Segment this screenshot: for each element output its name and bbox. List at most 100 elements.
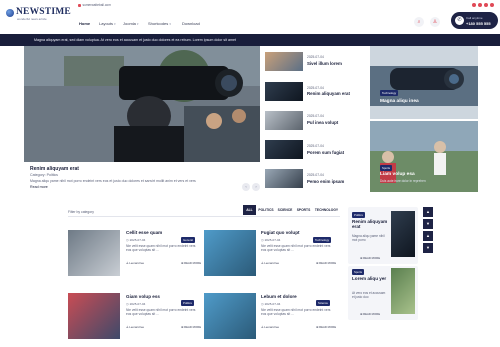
chevron-up-icon: ▲ — [426, 233, 430, 238]
site-logo[interactable]: NEWSTIME — [16, 7, 71, 17]
list-thumb[interactable] — [265, 111, 303, 130]
email-text: sumerwatteball.com — [82, 3, 111, 7]
card-title[interactable]: Fugiat quo volupt — [261, 230, 300, 235]
hero-read-more[interactable]: Read more — [30, 185, 48, 189]
linkedin-icon[interactable] — [484, 3, 488, 7]
card-author: ♙ Leonard lee — [126, 261, 145, 265]
card-badge[interactable]: Technology — [313, 237, 332, 243]
card-image[interactable] — [204, 230, 256, 276]
phone-icon: ✆ — [455, 16, 464, 25]
side-image[interactable] — [391, 211, 415, 257]
nav-download[interactable]: Download — [182, 21, 200, 26]
card-badge[interactable]: General — [181, 237, 195, 243]
card-title[interactable]: Giam volup ess — [126, 294, 160, 299]
list-title[interactable]: Pemo enim ipsam — [307, 179, 344, 184]
card-author: ♙ Leonard lee — [261, 325, 280, 329]
nav-joomla[interactable]: Joomla ▾ — [123, 21, 139, 26]
side-badge[interactable]: Sports — [352, 269, 365, 275]
feature-card[interactable] — [370, 46, 478, 119]
list-title[interactable]: Pul inea volupt — [307, 120, 338, 125]
card-date-text: 2025-07-04 — [264, 302, 281, 306]
feature-title[interactable]: Magna aliqu inea — [380, 99, 419, 104]
feature-text: Duis aute irure dolor in reprehen — [380, 179, 426, 183]
nav-home[interactable]: Home — [79, 21, 90, 26]
list-date: 2025-07-04 — [307, 55, 324, 59]
hero-next-button[interactable]: › — [252, 183, 260, 191]
hero-image[interactable] — [24, 46, 260, 162]
side-read-more[interactable]: ⊕ READ MORE — [360, 256, 380, 260]
card-excerpt: Nie velit esse quam nihil mot porro ende… — [126, 308, 196, 317]
call-anytime-button[interactable]: ✆ Call anytime +180 555 555 — [451, 12, 498, 29]
list-date: 2025-07-04 — [307, 86, 324, 90]
list-thumb[interactable] — [265, 52, 303, 71]
list-date: 2025-07-04 — [307, 173, 324, 177]
card-read-more[interactable]: ⊕ READ MORE — [316, 325, 336, 329]
chip-science[interactable]: SCIENCE — [276, 205, 294, 215]
card-read-more[interactable]: ⊕ READ MORE — [181, 325, 201, 329]
facebook-icon[interactable] — [472, 3, 476, 7]
side-excerpt: At vero eos et accusam et justo duo — [352, 291, 386, 300]
feature-badge[interactable]: Technology — [380, 90, 399, 96]
user-button[interactable]: ♙ — [430, 17, 440, 27]
feature-badge[interactable]: Sports — [380, 165, 393, 171]
card-author: ♙ Leonard lee — [126, 325, 145, 329]
card-read-more[interactable]: ⊕ READ MORE — [316, 261, 336, 265]
chevron-left-icon: ‹ — [245, 184, 247, 189]
side-title[interactable]: Renim aliquyam erat — [352, 219, 388, 229]
hero-prev-button[interactable]: ‹ — [242, 183, 250, 191]
card-title[interactable]: Cellit esse quam — [126, 230, 162, 235]
side-image[interactable] — [391, 268, 415, 314]
card-image[interactable] — [204, 293, 256, 339]
chip-politics[interactable]: POLITICS — [257, 205, 275, 215]
card-image[interactable] — [68, 293, 120, 339]
search-button[interactable]: ⌕ — [414, 17, 424, 27]
nav-layouts[interactable]: Layouts ▾ — [99, 21, 116, 26]
chevron-down-icon: ▾ — [137, 22, 139, 26]
filter-divider — [68, 216, 340, 217]
list-title[interactable]: Porem sum fugiat — [307, 150, 344, 155]
list-thumb[interactable] — [265, 82, 303, 101]
side-down-button[interactable]: ▼ — [423, 219, 433, 229]
chip-sports[interactable]: SPORTS — [295, 205, 312, 215]
card-badge[interactable]: Politics — [181, 300, 194, 306]
side-up-button[interactable]: ▲ — [423, 231, 433, 241]
side-down-button[interactable]: ▼ — [423, 243, 433, 253]
card-excerpt: Nie velit esse quam nihil mot porro ende… — [261, 244, 331, 253]
hero-title[interactable]: Renim aliquyam erat — [30, 166, 79, 172]
card-title[interactable]: Lebum et dolore — [261, 294, 297, 299]
user-icon: ♙ — [432, 19, 438, 25]
side-read-more-text: READ MORE — [363, 312, 381, 316]
chevron-down-icon: ▾ — [114, 22, 116, 26]
card-author-text: Leonard lee — [129, 261, 145, 265]
side-up-button[interactable]: ▲ — [423, 207, 433, 217]
chip-all[interactable]: ALL — [243, 205, 256, 215]
mail-icon — [78, 3, 81, 7]
nav-home-label: Home — [79, 21, 91, 26]
list-title[interactable]: Renim aliquyam erat — [307, 91, 350, 96]
twitter-icon[interactable] — [478, 3, 482, 7]
youtube-icon[interactable] — [490, 3, 494, 7]
nav-shortcodes-label: Shortcodes — [148, 21, 169, 26]
nav-shortcodes[interactable]: Shortcodes ▾ — [148, 21, 171, 26]
list-title[interactable]: Sivel illum lorem — [307, 61, 342, 66]
list-thumb[interactable] — [265, 140, 303, 159]
feature-title[interactable]: Liam volup esa — [380, 172, 415, 177]
card-badge[interactable]: Science — [316, 300, 330, 306]
ticker-text: Magna aliquyam erat, sed diam voluptua. … — [34, 38, 236, 42]
chevron-down-icon: ▼ — [426, 245, 430, 250]
card-date: ◷ 2025-07-04 — [126, 302, 146, 306]
card-read-more[interactable]: ⊕ READ MORE — [181, 261, 201, 265]
side-read-more[interactable]: ⊕ READ MORE — [360, 312, 380, 316]
card-excerpt: Nie velit esse quam nihil mot porro ende… — [126, 244, 196, 253]
chip-technology[interactable]: TECHNOLOGY — [313, 205, 340, 215]
card-image[interactable] — [68, 230, 120, 276]
side-title[interactable]: Lorem aliqu yer — [352, 276, 388, 281]
card-author-text: Leonard lee — [264, 325, 280, 329]
list-thumb[interactable] — [265, 169, 303, 188]
side-badge[interactable]: Politics — [352, 212, 365, 218]
card-date-text: 2025-07-04 — [129, 302, 146, 306]
hero-excerpt: Magna aliqu yame nihil mot porro endeint… — [30, 179, 196, 183]
news-ticker[interactable]: Magna aliquyam erat, sed diam voluptua. … — [0, 34, 500, 46]
top-email[interactable]: sumerwatteball.com — [78, 3, 111, 7]
chevron-down-icon: ▾ — [169, 22, 171, 26]
